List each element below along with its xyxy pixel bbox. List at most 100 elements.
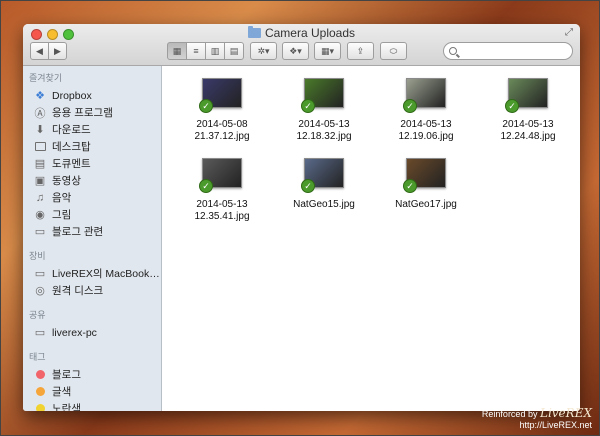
file-thumbnail: ✓	[199, 158, 242, 193]
sidebar-item-download[interactable]: ⬇ 다운로드	[23, 121, 161, 138]
sidebar-item-label: 데스크탑	[52, 141, 91, 153]
sidebar-tag-label: 블로그	[52, 369, 81, 381]
file-item[interactable]: ✓ 2014-05-13 12.24.48.jpg	[483, 78, 573, 143]
file-item[interactable]: ✓ 2014-05-13 12.19.06.jpg	[381, 78, 471, 143]
sidebar-item-label: 다운로드	[52, 124, 91, 136]
tag-dot-icon	[34, 386, 46, 398]
tag-icon: ⬭	[389, 45, 398, 56]
sidebar-tag-label: 글색	[52, 386, 72, 398]
sidebar-item-label: liverex-pc	[52, 326, 97, 339]
sidebar-item-pictures[interactable]: ◉ 그림	[23, 206, 161, 223]
pictures-icon: ◉	[35, 209, 45, 221]
file-item[interactable]: ✓ 2014-05-13 12.35.41.jpg	[177, 158, 267, 223]
file-name-line1: 2014-05-13	[400, 119, 452, 130]
file-name-line1: 2014-05-13	[298, 119, 350, 130]
sidebar-tag[interactable]: 글색	[23, 383, 161, 400]
sidebar-item-label: Dropbox	[52, 89, 92, 102]
sidebar-item-label: 그림	[52, 209, 72, 221]
file-item[interactable]: ✓ 2014-05-13 12.18.32.jpg	[279, 78, 369, 143]
sidebar-item-label: 동영상	[52, 175, 81, 187]
sync-check-icon: ✓	[505, 99, 519, 113]
download-icon: ⬇	[35, 124, 45, 136]
search-input[interactable]	[460, 45, 560, 57]
folder-icon	[247, 26, 261, 38]
tags-button[interactable]: ⬭	[380, 42, 407, 60]
laptop-icon: ▭	[34, 268, 46, 280]
toolbar: ◀ ▶ ▦ ≡ ▥ ▤ ✲▾ ❖▾ ▦▾ ⇪ ⬭	[30, 41, 573, 61]
dropbox-icon: ❖	[35, 90, 45, 102]
file-item[interactable]: ✓ NatGeo17.jpg	[381, 158, 471, 211]
column-view-button[interactable]: ▥	[205, 42, 225, 60]
sidebar-item-documents[interactable]: ▤ 도큐멘트	[23, 155, 161, 172]
file-name: NatGeo17.jpg	[381, 199, 471, 211]
file-thumbnail: ✓	[199, 78, 242, 113]
file-name-line2: 12.24.48.jpg	[500, 131, 556, 142]
list-view-button[interactable]: ≡	[186, 42, 206, 60]
file-name: 2014-05-08 21.37.12.jpg	[177, 119, 267, 143]
sidebar-item-dropbox[interactable]: ❖ Dropbox	[23, 87, 161, 104]
forward-button[interactable]: ▶	[48, 42, 67, 60]
file-thumbnail: ✓	[505, 78, 548, 113]
documents-icon: ▤	[34, 158, 46, 170]
sidebar-item-label: LiveREX의 MacBook…	[52, 268, 160, 280]
watermark-line1: Reinforced by	[481, 409, 538, 419]
file-name-line1: 2014-05-13	[196, 199, 248, 210]
icon-view-button[interactable]: ▦	[167, 42, 187, 60]
favorites-header: 즐겨찾기	[29, 73, 63, 83]
file-name: 2014-05-13 12.18.32.jpg	[279, 119, 369, 143]
file-item[interactable]: ✓ NatGeo15.jpg	[279, 158, 369, 211]
sidebar-item-music[interactable]: ♫ 음악	[23, 189, 161, 206]
file-name-line1: 2014-05-08	[196, 119, 248, 130]
sidebar-item-pc[interactable]: ▭ liverex-pc	[23, 324, 161, 341]
view-mode-buttons: ▦ ≡ ▥ ▤	[167, 42, 244, 60]
action-menu-button[interactable]: ✲▾	[250, 42, 277, 60]
title-bar: Camera Uploads ⤢ ◀ ▶ ▦ ≡ ▥ ▤ ✲▾ ❖▾ ▦▾ ⇪ …	[23, 24, 580, 66]
tag-dot-icon	[34, 369, 46, 381]
sidebar: 즐겨찾기 ❖ Dropbox Ⓐ 응용 프로그램 ⬇ 다운로드데스크탑 ▤ 도큐멘트 ▣ 동영상 ♫…	[23, 66, 162, 411]
file-name: 2014-05-13 12.24.48.jpg	[483, 119, 573, 143]
file-name: 2014-05-13 12.35.41.jpg	[177, 199, 267, 223]
applications-icon: Ⓐ	[34, 107, 46, 120]
file-name-line1: 2014-05-13	[502, 119, 554, 130]
watermark: Reinforced by LiveREX http://LiveREX.net	[482, 406, 592, 430]
file-thumbnail: ✓	[403, 78, 446, 113]
gear-icon: ✲▾	[257, 45, 270, 56]
devices-header: 장비	[29, 251, 46, 261]
file-name-line1: NatGeo15.jpg	[293, 199, 355, 210]
file-name-line2: 21.37.12.jpg	[194, 131, 250, 142]
sidebar-item-folder[interactable]: ▭ 블로그 관련	[23, 223, 161, 240]
nav-buttons: ◀ ▶	[30, 42, 67, 60]
window-title: Camera Uploads	[23, 26, 580, 40]
file-name-line2: 12.18.32.jpg	[296, 131, 352, 142]
watermark-url: http://LiveREX.net	[519, 420, 592, 430]
dropbox-icon: ❖▾	[289, 45, 302, 56]
sidebar-item-label: 블로그 관련	[52, 226, 104, 238]
movies-icon: ▣	[34, 175, 46, 187]
shared-header: 공유	[29, 310, 46, 320]
share-button[interactable]: ⇪	[347, 42, 374, 60]
search-icon	[449, 47, 457, 55]
sidebar-tag[interactable]: 노란색	[23, 400, 161, 411]
sidebar-item-disc[interactable]: ◎ 원격 디스크	[23, 282, 161, 299]
file-item[interactable]: ✓ 2014-05-08 21.37.12.jpg	[177, 78, 267, 143]
back-button[interactable]: ◀	[30, 42, 49, 60]
dropbox-menu-button[interactable]: ❖▾	[282, 42, 309, 60]
sync-check-icon: ✓	[199, 179, 213, 193]
sidebar-item-applications[interactable]: Ⓐ 응용 프로그램	[23, 104, 161, 121]
tag-dot-icon	[34, 403, 46, 411]
sidebar-item-label: 음악	[52, 192, 72, 204]
search-field[interactable]	[443, 42, 573, 60]
fullscreen-icon[interactable]: ⤢	[565, 27, 573, 38]
file-name-line2: 12.35.41.jpg	[194, 211, 250, 222]
sidebar-item-label: 도큐멘트	[52, 158, 91, 170]
arrange-menu-button[interactable]: ▦▾	[314, 42, 341, 60]
coverflow-view-button[interactable]: ▤	[224, 42, 244, 60]
file-name: 2014-05-13 12.19.06.jpg	[381, 119, 471, 143]
sidebar-tag[interactable]: 블로그	[23, 366, 161, 383]
file-thumbnail: ✓	[301, 158, 344, 193]
file-name-line2: 12.19.06.jpg	[398, 131, 454, 142]
sidebar-item-laptop[interactable]: ▭ LiveREX의 MacBook…	[23, 265, 161, 282]
sidebar-item-movies[interactable]: ▣ 동영상	[23, 172, 161, 189]
sidebar-item-desktop[interactable]: 데스크탑	[23, 138, 161, 155]
sync-check-icon: ✓	[199, 99, 213, 113]
